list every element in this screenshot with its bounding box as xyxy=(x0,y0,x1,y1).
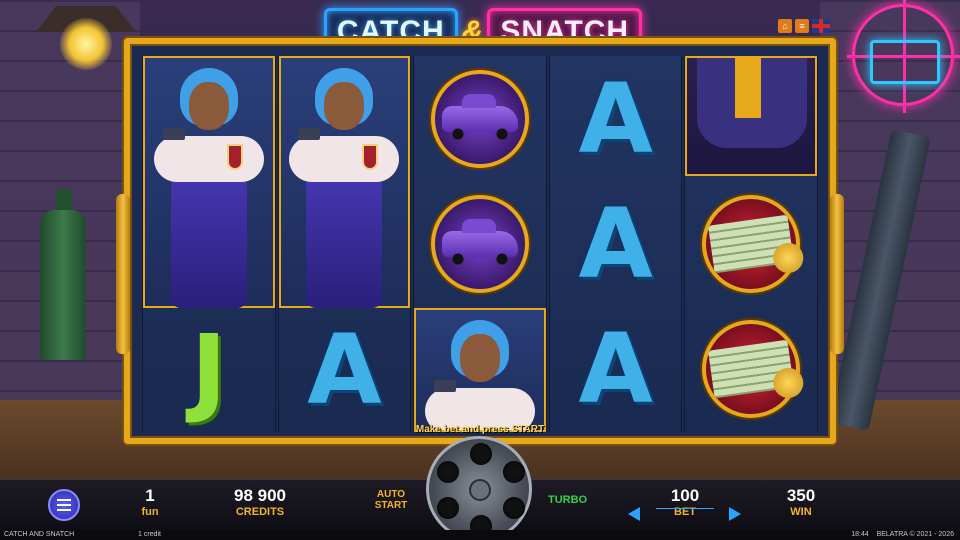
bet-decrease-arrow-icon[interactable] xyxy=(628,507,640,521)
spin-button[interactable] xyxy=(426,436,532,540)
footer-game-title: CATCH AND SNATCH xyxy=(4,531,75,538)
symbol-lady xyxy=(414,308,546,432)
revolver-center-icon xyxy=(469,479,491,501)
bet-underline xyxy=(656,508,714,509)
footer-right: 18:44 BELATRA © 2021 - 2026 xyxy=(851,530,954,540)
footer-copyright: BELATRA © 2021 - 2026 xyxy=(876,531,954,538)
symbol-lady xyxy=(143,56,275,308)
symbol-boss xyxy=(685,56,817,176)
chamber xyxy=(503,497,525,519)
footer-bar: CATCH AND SNATCH 1 credit 18:44 BELATRA … xyxy=(0,530,960,540)
chamber xyxy=(470,443,492,465)
credits-value: 98 900 xyxy=(234,486,286,505)
reel-5 xyxy=(684,56,818,432)
turbo-button[interactable]: TURBO xyxy=(548,494,587,506)
chamber xyxy=(437,461,459,483)
symbol-lady xyxy=(278,56,411,308)
symbol-letter-a: A xyxy=(578,313,653,425)
menu-button[interactable] xyxy=(48,489,80,521)
win-display: 350 WIN xyxy=(776,486,826,518)
fun-denomination[interactable]: 1 fun xyxy=(128,486,172,518)
symbol-car xyxy=(414,181,546,306)
car-icon xyxy=(441,218,518,265)
footer-time: 18:44 xyxy=(851,531,869,538)
wine-glass-icon xyxy=(226,144,243,170)
autostart-button[interactable]: AUTO START xyxy=(366,489,416,511)
chamber xyxy=(437,497,459,519)
pistol-icon xyxy=(298,128,321,140)
menu-icon xyxy=(57,499,71,501)
bet-increase-arrow-icon[interactable] xyxy=(729,507,741,521)
symbol-letter-a: A xyxy=(307,314,382,426)
fun-label: fun xyxy=(141,506,159,518)
pistol-icon xyxy=(434,380,457,392)
symbol-letter-j: J xyxy=(190,314,227,426)
credits-label: CREDITS xyxy=(235,506,285,518)
reel-4: A A A xyxy=(548,56,683,432)
neon-pistol-icon xyxy=(870,40,940,84)
frame-ornament-left xyxy=(116,194,130,354)
history-icon[interactable]: ≡ xyxy=(795,19,809,33)
reels-grid: J A A A A xyxy=(142,56,818,432)
footer-credit-value: 1 credit xyxy=(138,531,161,538)
symbol-car xyxy=(414,56,546,181)
bet-display: 100 BET xyxy=(656,486,714,518)
cash-stack-icon xyxy=(708,339,795,399)
lamp-bulb-icon xyxy=(60,18,112,70)
credits-display: 98 900 CREDITS xyxy=(222,486,298,518)
frame-ornament-right xyxy=(830,194,844,354)
reel-3 xyxy=(413,56,547,432)
pistol-icon xyxy=(162,128,185,140)
bottle-icon xyxy=(40,210,86,360)
car-icon xyxy=(441,93,518,140)
symbol-letter-a: A xyxy=(578,187,653,300)
win-label: WIN xyxy=(790,506,812,518)
symbol-letter-a: A xyxy=(578,62,653,175)
symbol-money xyxy=(685,181,817,306)
status-message: Make bet and press START xyxy=(415,424,545,435)
reel-1: J xyxy=(142,56,276,432)
win-value: 350 xyxy=(786,486,816,505)
reel-frame: J A A A A xyxy=(116,38,844,444)
wine-glass-icon xyxy=(362,144,379,170)
chamber xyxy=(503,461,525,483)
bet-value: 100 xyxy=(670,486,700,505)
home-icon[interactable]: ⌂ xyxy=(778,19,792,33)
reel-2: A xyxy=(277,56,412,432)
top-icons: ⌂ ≡ xyxy=(778,19,830,33)
cash-stack-icon xyxy=(708,214,795,273)
language-flag-icon[interactable] xyxy=(812,19,830,33)
fun-value: 1 xyxy=(145,486,155,505)
symbol-money xyxy=(685,306,817,432)
